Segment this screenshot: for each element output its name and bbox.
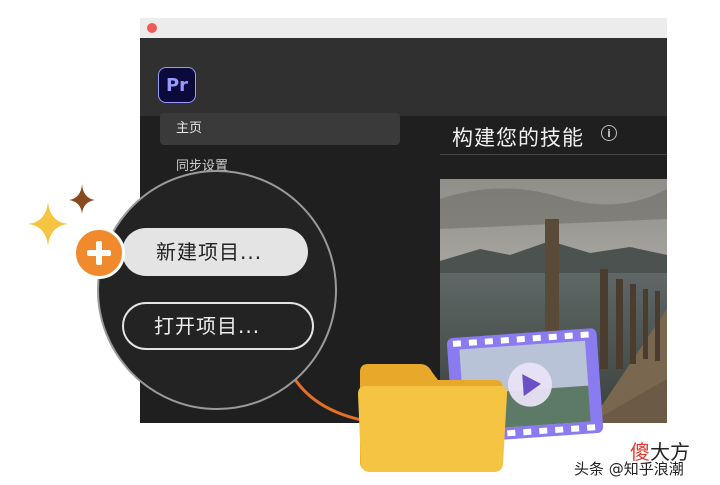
new-project-button[interactable]: 新建项目...: [122, 228, 308, 276]
zoom-magnifier: 新建项目... 打开项目...: [97, 170, 337, 410]
plus-icon: [73, 227, 125, 279]
folder-icon: [358, 364, 508, 472]
watermark: 傻大方 头条 @知乎浪潮: [574, 436, 720, 480]
sparkle-icon: [28, 202, 68, 246]
watermark-handle: 头条 @知乎浪潮: [574, 460, 684, 478]
open-project-button[interactable]: 打开项目...: [122, 302, 314, 350]
sparkle-icon: [69, 184, 95, 214]
